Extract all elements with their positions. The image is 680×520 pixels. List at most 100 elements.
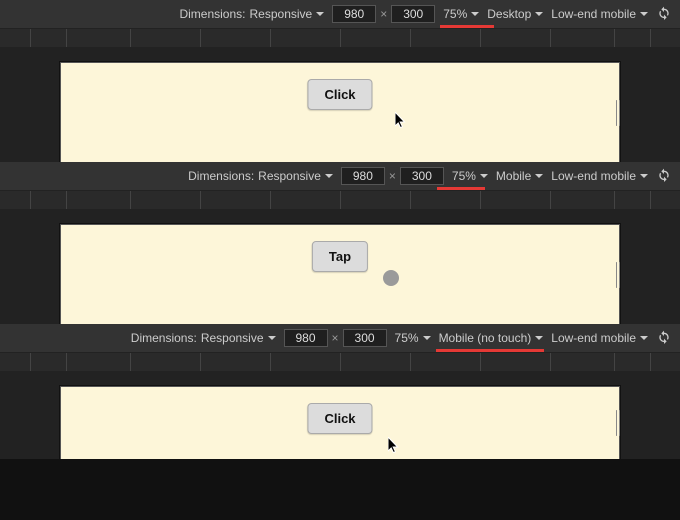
- ruler-tick: [480, 191, 481, 209]
- emulated-viewport[interactable]: Click: [60, 386, 620, 459]
- ruler-tick: [550, 29, 551, 47]
- ruler-tick: [200, 29, 201, 47]
- ruler-tick: [650, 353, 651, 371]
- caret-down-icon: [480, 174, 488, 178]
- ruler-tick: [270, 191, 271, 209]
- device-toolbar: Dimensions: Responsive × 75% Desktop Low…: [0, 0, 680, 28]
- rotate-icon[interactable]: [656, 6, 672, 22]
- ruler-tick: [340, 29, 341, 47]
- ruler-tick: [614, 191, 615, 209]
- ruler-tick: [550, 191, 551, 209]
- throttle-dropdown[interactable]: Low-end mobile: [551, 162, 648, 190]
- zoom-value: 75%: [395, 331, 419, 345]
- dimensions-dropdown[interactable]: Dimensions: Responsive: [179, 0, 324, 28]
- ruler-tick: [30, 191, 31, 209]
- mouse-cursor-icon: [395, 112, 407, 130]
- ruler-tick: [340, 191, 341, 209]
- caret-down-icon: [535, 174, 543, 178]
- size-inputs: ×: [332, 0, 435, 28]
- size-inputs: ×: [341, 162, 444, 190]
- device-type-value: Mobile (no touch): [439, 331, 532, 345]
- mouse-cursor-icon: [388, 437, 400, 455]
- caret-down-icon: [535, 336, 543, 340]
- width-input[interactable]: [332, 5, 376, 23]
- ruler-tick: [614, 29, 615, 47]
- caret-down-icon: [268, 336, 276, 340]
- zoom-dropdown[interactable]: 75%: [452, 162, 488, 190]
- dimensions-value: Responsive: [201, 331, 264, 345]
- size-inputs: ×: [284, 324, 387, 352]
- rotate-icon[interactable]: [656, 168, 672, 184]
- media-query-ruler[interactable]: [0, 352, 680, 372]
- ruler-tick: [130, 353, 131, 371]
- emulated-viewport[interactable]: Tap: [60, 224, 620, 324]
- throttle-dropdown[interactable]: Low-end mobile: [551, 0, 648, 28]
- height-input[interactable]: [343, 329, 387, 347]
- viewport-area: Click: [0, 48, 680, 162]
- height-input[interactable]: [400, 167, 444, 185]
- resize-handle-right[interactable]: [615, 95, 621, 131]
- caret-down-icon: [640, 174, 648, 178]
- zoom-dropdown[interactable]: 75%: [395, 324, 431, 352]
- viewport-area: Click: [0, 372, 680, 459]
- demo-button[interactable]: Tap: [312, 241, 368, 272]
- times-glyph: ×: [380, 7, 387, 21]
- ruler-tick: [30, 29, 31, 47]
- ruler-tick: [340, 353, 341, 371]
- width-input[interactable]: [341, 167, 385, 185]
- media-query-ruler[interactable]: [0, 28, 680, 48]
- device-toolbar: Dimensions: Responsive × 75% Mobile (no …: [0, 324, 680, 352]
- dimensions-value: Responsive: [250, 7, 313, 21]
- height-input[interactable]: [391, 5, 435, 23]
- ruler-tick: [650, 191, 651, 209]
- caret-down-icon: [325, 174, 333, 178]
- throttle-dropdown[interactable]: Low-end mobile: [551, 324, 648, 352]
- device-type-value: Mobile: [496, 169, 531, 183]
- viewport-area: Tap: [0, 210, 680, 324]
- ruler-tick: [66, 191, 67, 209]
- caret-down-icon: [471, 12, 479, 16]
- caret-down-icon: [640, 12, 648, 16]
- rotate-icon[interactable]: [656, 330, 672, 346]
- dimensions-value: Responsive: [258, 169, 321, 183]
- media-query-ruler[interactable]: [0, 190, 680, 210]
- zoom-dropdown[interactable]: 75%: [443, 0, 479, 28]
- dimensions-label: Dimensions:: [179, 7, 245, 21]
- ruler-tick: [200, 353, 201, 371]
- caret-down-icon: [640, 336, 648, 340]
- dimensions-dropdown[interactable]: Dimensions: Responsive: [188, 162, 333, 190]
- devtools-device-panel: Dimensions: Responsive × 75% Mobile (no …: [0, 324, 680, 459]
- device-type-dropdown[interactable]: Mobile (no touch): [439, 324, 544, 352]
- resize-handle-right[interactable]: [615, 405, 621, 441]
- ruler-tick: [480, 353, 481, 371]
- ruler-tick: [410, 353, 411, 371]
- ruler-tick: [480, 29, 481, 47]
- ruler-tick: [30, 353, 31, 371]
- ruler-tick: [650, 29, 651, 47]
- demo-button[interactable]: Click: [307, 79, 372, 110]
- touch-cursor-icon: [383, 270, 399, 286]
- ruler-tick: [410, 191, 411, 209]
- device-type-dropdown[interactable]: Desktop: [487, 0, 543, 28]
- ruler-tick: [550, 353, 551, 371]
- dimensions-dropdown[interactable]: Dimensions: Responsive: [131, 324, 276, 352]
- throttle-value: Low-end mobile: [551, 331, 636, 345]
- emulated-viewport[interactable]: Click: [60, 62, 620, 162]
- throttle-value: Low-end mobile: [551, 169, 636, 183]
- devtools-device-panel: Dimensions: Responsive × 75% Desktop Low…: [0, 0, 680, 162]
- width-input[interactable]: [284, 329, 328, 347]
- ruler-tick: [130, 29, 131, 47]
- device-toolbar: Dimensions: Responsive × 75% Mobile Low-…: [0, 162, 680, 190]
- zoom-value: 75%: [452, 169, 476, 183]
- ruler-tick: [270, 29, 271, 47]
- resize-handle-right[interactable]: [615, 257, 621, 293]
- caret-down-icon: [535, 12, 543, 16]
- ruler-tick: [410, 29, 411, 47]
- device-type-value: Desktop: [487, 7, 531, 21]
- throttle-value: Low-end mobile: [551, 7, 636, 21]
- dimensions-label: Dimensions:: [131, 331, 197, 345]
- caret-down-icon: [423, 336, 431, 340]
- device-type-dropdown[interactable]: Mobile: [496, 162, 543, 190]
- demo-button[interactable]: Click: [307, 403, 372, 434]
- devtools-device-panel: Dimensions: Responsive × 75% Mobile Low-…: [0, 162, 680, 324]
